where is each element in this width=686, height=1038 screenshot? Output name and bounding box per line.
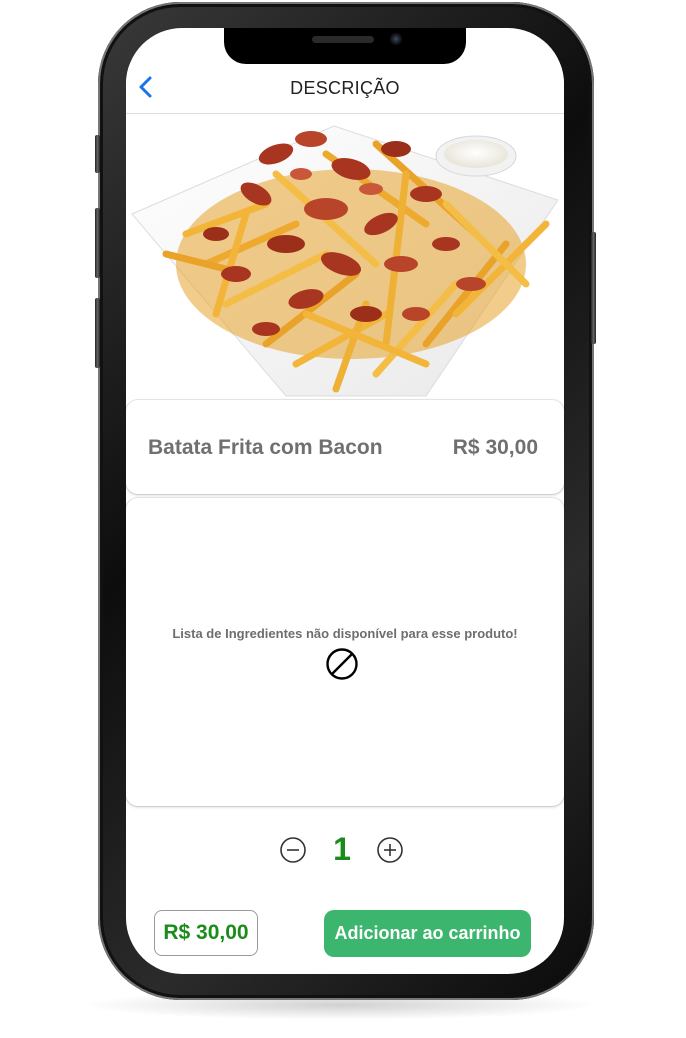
ingredients-card: Lista de Ingredientes não disponível par… bbox=[126, 498, 564, 806]
quantity-value: 1 bbox=[333, 831, 351, 867]
front-camera bbox=[390, 33, 402, 45]
notch bbox=[224, 28, 466, 64]
plus-circle-icon[interactable] bbox=[376, 836, 404, 864]
app-header: DESCRIÇÃO bbox=[126, 64, 564, 114]
mute-switch bbox=[95, 135, 100, 173]
no-entry-icon bbox=[326, 648, 358, 680]
product-info-card: Batata Frita com Bacon R$ 30,00 bbox=[126, 400, 564, 494]
product-image bbox=[126, 114, 564, 398]
quantity-stepper: 1 bbox=[126, 828, 564, 872]
app-screen: DESCRIÇÃO Batata Frita com Bacon R$ 30,0… bbox=[126, 28, 564, 974]
page-title: DESCRIÇÃO bbox=[290, 78, 400, 98]
ingredients-empty-message: Lista de Ingredientes não disponível par… bbox=[172, 626, 518, 641]
product-price: R$ 30,00 bbox=[452, 436, 538, 459]
add-to-cart-button[interactable]: Adicionar ao carrinho bbox=[324, 910, 531, 957]
volume-up-button bbox=[95, 208, 100, 278]
product-name: Batata Frita com Bacon bbox=[148, 436, 383, 459]
speaker-grill bbox=[312, 36, 374, 43]
power-button bbox=[591, 232, 596, 344]
total-price: R$ 30,00 bbox=[154, 910, 258, 956]
minus-circle-icon[interactable] bbox=[279, 836, 307, 864]
volume-down-button bbox=[95, 298, 100, 368]
